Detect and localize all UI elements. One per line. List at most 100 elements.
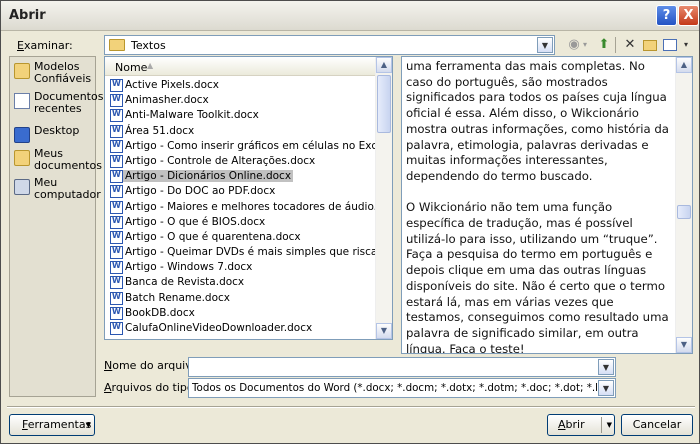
word-document-icon [110,230,123,244]
file-rows: Active Pixels.docx Animasher.docx Anti-Mal… [105,78,392,336]
word-document-icon [110,261,123,275]
chevron-down-icon[interactable]: ▼ [537,37,553,53]
file-name-input[interactable]: ▼ [188,357,616,377]
file-row[interactable]: BookDB.docx [105,306,377,321]
my-computer-icon [14,179,30,195]
file-name: Artigo - Windows 7.docx [125,261,253,274]
cancel-button[interactable]: Cancelar [621,414,693,436]
file-name: Animasher.docx [125,94,209,107]
file-row[interactable]: Artigo - Windows 7.docx [105,260,377,275]
open-options-icon[interactable]: ▼ [607,415,612,435]
file-name: Active Pixels.docx [125,79,219,91]
preview-paragraph: O Wikcionário não tem uma função específ… [406,200,669,354]
sort-ascending-icon: ▲ [147,61,154,70]
word-document-icon [110,124,123,138]
tools-button[interactable]: Ferramentas ▼ [9,414,95,436]
desktop-icon [14,127,30,143]
place-label: Desktop [34,124,80,137]
word-document-icon [110,246,123,260]
file-row[interactable]: Área 51.docx [105,124,377,139]
recent-documents-icon [14,93,30,109]
file-name: Artigo - O que é BIOS.docx [125,215,266,228]
look-in-value: Textos [131,39,166,52]
chevron-down-icon[interactable]: ▼ [598,380,614,396]
close-button[interactable]: X [678,5,699,26]
file-row[interactable]: Banca de Revista.docx [105,275,377,290]
preview-text: uma ferramenta das mais completas. No ca… [406,59,672,354]
file-name: Artigo - Queimar DVDs é mais simples que… [125,246,392,259]
delete-icon[interactable]: ✕ [621,36,639,54]
divider [7,406,695,408]
file-row[interactable]: Artigo - Maiores e melhores tocadores de… [105,200,392,215]
trusted-templates-icon [14,63,30,79]
new-folder-icon[interactable] [641,36,659,54]
place-my-documents[interactable]: Meus documentos [14,148,102,178]
chevron-down-icon[interactable]: ▼ [598,359,614,375]
word-document-icon [110,306,123,320]
scroll-down-icon[interactable]: ▼ [676,337,692,353]
scroll-thumb[interactable] [677,205,691,219]
file-name: Artigo - Maiores e melhores tocadores de… [125,200,393,213]
file-name: Artigo - O que é quarentena.docx [125,230,301,243]
word-document-icon [110,139,123,153]
file-row[interactable]: Batch Rename.docx [105,291,377,306]
file-name: BookDB.docx [125,306,195,319]
place-trusted-templates[interactable]: Modelos Confiáveis [14,61,96,91]
file-name: Artigo - Como inserir gráficos em célula… [125,139,392,152]
word-document-icon [110,79,123,92]
word-document-icon [110,94,123,108]
look-in-label: Examinar: [17,39,73,52]
place-recent-documents[interactable]: Documentos recentes [14,90,104,121]
split-divider [601,417,602,433]
file-name: Artigo - Do DOC ao PDF.docx [125,185,276,198]
word-document-icon [110,185,123,199]
look-in-combo[interactable]: Textos ▼ [104,35,555,55]
file-type-label: Arquivos do tipo: [104,381,198,394]
help-button[interactable]: ? [656,5,677,26]
file-name: Área 51.docx [125,124,195,137]
up-one-level-icon[interactable]: ⬆ [595,36,613,54]
word-document-icon [110,109,123,123]
file-row[interactable]: Artigo - Como inserir gráficos em célula… [105,139,392,154]
file-row[interactable]: Active Pixels.docx [105,78,377,93]
file-row[interactable]: Animasher.docx [105,93,377,108]
file-row[interactable]: Artigo - Do DOC ao PDF.docx [105,184,377,199]
file-name: Banca de Revista.docx [125,276,245,289]
scroll-up-icon[interactable]: ▲ [676,57,692,73]
place-label: Modelos Confiáveis [34,60,92,85]
my-documents-icon [14,150,30,166]
folder-icon [109,39,125,51]
place-label: Documentos recentes [34,90,104,115]
file-row[interactable]: Artigo - Dicionários Online.docx [105,169,377,184]
file-row[interactable]: Artigo - O que é quarentena.docx [105,230,377,245]
file-row[interactable]: Artigo - O que é BIOS.docx [105,215,377,230]
preview-scrollbar[interactable]: ▲ ▼ [675,57,692,353]
place-my-computer[interactable]: Meu computador [14,176,101,207]
word-document-icon [110,215,123,229]
preview-pane: uma ferramenta das mais completas. No ca… [401,56,693,354]
scroll-thumb[interactable] [377,75,391,133]
preview-paragraph: uma ferramenta das mais completas. No ca… [406,59,669,183]
views-dropdown-icon[interactable]: ▾ [681,36,691,54]
scroll-down-icon[interactable]: ▼ [376,323,392,339]
file-row[interactable]: Anti-Malware Toolkit.docx [105,108,377,123]
open-button[interactable]: Abrir ▼ [547,414,615,436]
title-bar[interactable]: Abrir ? X [1,1,699,31]
file-row[interactable]: Artigo - Queimar DVDs é mais simples que… [105,245,392,260]
chevron-down-icon: ▼ [85,421,91,429]
back-dropdown-icon[interactable]: ▾ [581,36,589,54]
file-row[interactable]: CalufaOnlineVideoDownloader.docx [105,321,377,336]
file-list[interactable]: Nome ▲ Active Pixels.docxAnimasher.docxA… [104,56,393,340]
file-list-scrollbar[interactable]: ▲ ▼ [375,57,392,339]
open-dialog: Abrir ? X Examinar: Textos ▼ ◉ ▾ ⬆ ✕ ▾ M… [0,0,700,444]
file-row[interactable]: Artigo - Controle de Alterações.docx [105,154,377,169]
file-type-value: Todos os Documentos do Word (*.docx; *.d… [192,382,597,394]
file-name: Artigo - Controle de Alterações.docx [125,154,316,167]
file-name: Artigo - Dicionários Online.docx [123,170,294,183]
dialog-title: Abrir [9,8,46,23]
scroll-up-icon[interactable]: ▲ [376,57,392,73]
column-header-name[interactable]: Nome ▲ [105,57,377,76]
file-type-select[interactable]: Todos os Documentos do Word (*.docx; *.d… [188,378,616,398]
views-icon[interactable] [661,36,679,54]
place-label: Meu computador [34,176,101,201]
